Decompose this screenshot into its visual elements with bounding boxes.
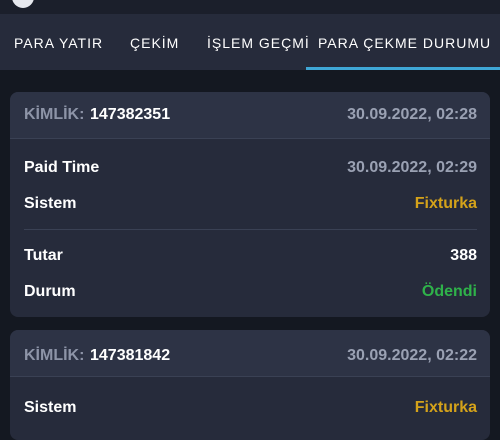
card-id-row: KİMLİK: 147381842 30.09.2022, 02:22 [24,344,477,368]
id-label: KİMLİK: [24,347,85,364]
status-row: Durum Ödendi [24,280,477,304]
tab-bar: PARA YATIR ÇEKİM İŞLEM GEÇMİ PARA ÇEKME … [0,14,500,70]
id-label: KİMLİK: [24,106,85,123]
system-row: Sistem Fixturka [24,192,477,216]
amount-label: Tutar [24,247,63,264]
active-tab-indicator [306,67,500,70]
tab-deposit[interactable]: PARA YATIR [14,14,103,70]
id-value: 147382351 [90,106,171,123]
withdrawal-card: KİMLİK: 147381842 30.09.2022, 02:22 Sist… [10,330,490,440]
card-id-row: KİMLİK: 147382351 30.09.2022, 02:28 [24,103,477,127]
status-value: Ödendi [421,283,477,300]
tab-withdrawal-status[interactable]: PARA ÇEKME DURUMU [318,14,491,70]
top-bar [0,0,500,14]
paid-time-label: Paid Time [24,159,100,176]
status-label: Durum [24,283,76,300]
request-date: 30.09.2022, 02:28 [347,106,477,123]
amount-row: Tutar 388 [24,244,477,268]
system-label: Sistem [24,399,77,416]
divider [24,229,477,230]
amount-value: 388 [450,247,477,264]
system-label: Sistem [24,195,77,212]
withdrawal-card: KİMLİK: 147382351 30.09.2022, 02:28 Paid… [10,92,490,317]
tab-withdraw[interactable]: ÇEKİM [130,14,179,70]
request-date: 30.09.2022, 02:22 [347,347,477,364]
system-row: Sistem Fixturka [24,396,477,420]
paid-time-value: 30.09.2022, 02:29 [347,159,477,176]
system-value: Fixturka [414,195,477,212]
tab-history[interactable]: İŞLEM GEÇMİ [207,14,310,70]
paid-time-row: Paid Time 30.09.2022, 02:29 [24,156,477,180]
avatar[interactable] [12,0,34,8]
system-value: Fixturka [414,399,477,416]
id-value: 147381842 [90,347,171,364]
